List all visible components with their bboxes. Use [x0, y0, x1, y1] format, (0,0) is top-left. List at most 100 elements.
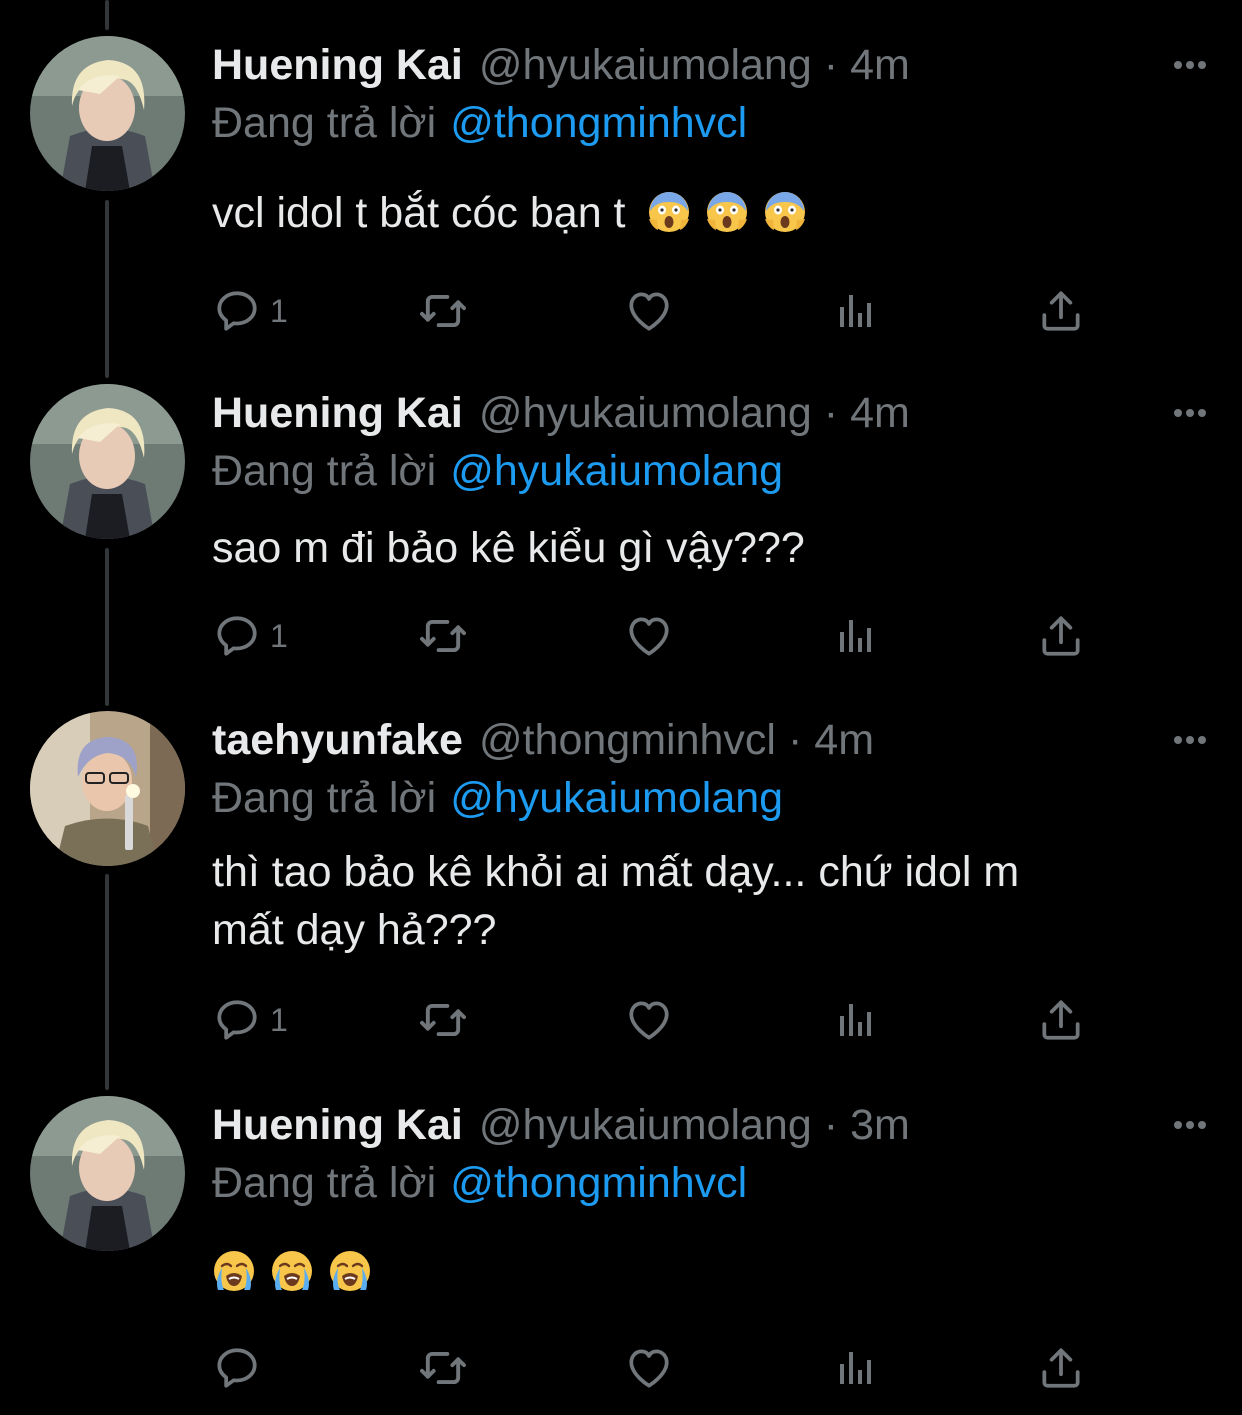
- timestamp[interactable]: 4m: [850, 389, 910, 438]
- retweet-icon: [417, 1342, 469, 1394]
- heart-icon: [624, 995, 674, 1045]
- face-screaming-in-fear-emoji: [705, 189, 749, 233]
- heart-icon: [624, 611, 674, 661]
- thread-connector-line: [105, 874, 109, 1090]
- tweet-text: sao m đi bảo kê kiểu gì vậy???: [212, 519, 1192, 577]
- retweet-button[interactable]: [417, 992, 469, 1048]
- analytics-button[interactable]: [832, 283, 880, 339]
- replying-to-label: Đang trả lời: [212, 773, 437, 822]
- tweet-text-content: sao m đi bảo kê kiểu gì vậy???: [212, 524, 805, 572]
- like-button[interactable]: [624, 608, 674, 664]
- reply-icon: [212, 1343, 262, 1393]
- replying-to-mention[interactable]: @hyukaiumolang: [450, 447, 783, 496]
- loudly-crying-face-emoji: [270, 1249, 314, 1293]
- timestamp[interactable]: 4m: [814, 716, 874, 765]
- replying-to: Đang trả lời @thongminhvcl: [212, 1155, 747, 1211]
- analytics-icon: [832, 287, 880, 335]
- share-button[interactable]: [1036, 283, 1086, 339]
- reply-button[interactable]: 1: [212, 992, 288, 1048]
- retweet-button[interactable]: [417, 608, 469, 664]
- tweet-actions: 1: [212, 992, 1112, 1048]
- share-icon: [1036, 286, 1086, 336]
- reply-icon: [212, 286, 262, 336]
- separator-dot: ·: [823, 388, 839, 437]
- tweet-header: Huening Kai @hyukaiumolang · 4m: [212, 385, 910, 441]
- more-options-icon[interactable]: [1170, 730, 1210, 750]
- tweet-text-line: mất dạy hả???: [212, 906, 497, 954]
- loudly-crying-face-emoji: [328, 1249, 372, 1293]
- more-options-icon[interactable]: [1170, 1115, 1210, 1135]
- reply-icon: [212, 611, 262, 661]
- analytics-icon: [832, 996, 880, 1044]
- display-name[interactable]: Huening Kai: [212, 41, 463, 90]
- analytics-icon: [832, 612, 880, 660]
- heart-icon: [624, 1343, 674, 1393]
- reply-icon: [212, 995, 262, 1045]
- avatar[interactable]: [30, 384, 185, 539]
- analytics-button[interactable]: [832, 608, 880, 664]
- tweet-text: [212, 1244, 1192, 1302]
- timestamp[interactable]: 3m: [850, 1101, 910, 1150]
- thread-connector-line: [105, 548, 109, 706]
- loudly-crying-face-emoji: [212, 1249, 256, 1293]
- retweet-button[interactable]: [417, 1340, 469, 1396]
- tweet-header: taehyunfake @thongminhvcl · 4m: [212, 712, 874, 768]
- reply-count: 1: [270, 292, 288, 329]
- user-handle[interactable]: @thongminhvcl: [479, 716, 776, 765]
- tweet[interactable]: Huening Kai @hyukaiumolang · 4m Đang trả…: [0, 0, 1242, 350]
- separator-dot: ·: [823, 40, 839, 89]
- tweet[interactable]: Huening Kai @hyukaiumolang · 3m Đang trả…: [0, 0, 1242, 1]
- user-handle[interactable]: @hyukaiumolang: [479, 389, 812, 438]
- replying-to-label: Đang trả lời: [212, 98, 437, 147]
- tweet-header: Huening Kai @hyukaiumolang · 3m: [212, 1097, 910, 1153]
- analytics-icon: [832, 1344, 880, 1392]
- timestamp[interactable]: 4m: [850, 41, 910, 90]
- analytics-button[interactable]: [832, 992, 880, 1048]
- display-name[interactable]: Huening Kai: [212, 389, 463, 438]
- more-options-icon[interactable]: [1170, 403, 1210, 423]
- share-icon: [1036, 611, 1086, 661]
- like-button[interactable]: [624, 1340, 674, 1396]
- like-button[interactable]: [624, 283, 674, 339]
- reply-button[interactable]: 1: [212, 283, 288, 339]
- more-options-icon[interactable]: [1170, 55, 1210, 75]
- share-button[interactable]: [1036, 608, 1086, 664]
- replying-to-mention[interactable]: @thongminhvcl: [450, 99, 747, 148]
- reply-button[interactable]: 1: [212, 608, 288, 664]
- tweet-actions: 1: [212, 608, 1112, 664]
- tweet-header: Huening Kai @hyukaiumolang · 4m: [212, 37, 910, 93]
- retweet-icon: [417, 994, 469, 1046]
- reply-count: 1: [270, 1001, 288, 1038]
- retweet-button[interactable]: [417, 283, 469, 339]
- user-handle[interactable]: @hyukaiumolang: [479, 41, 812, 90]
- reply-button[interactable]: [212, 1340, 270, 1396]
- tweet-text-content: vcl idol t bắt cóc bạn t: [212, 189, 626, 237]
- avatar[interactable]: [30, 36, 185, 191]
- share-button[interactable]: [1036, 1340, 1086, 1396]
- replying-to: Đang trả lời @hyukaiumolang: [212, 443, 783, 499]
- retweet-icon: [417, 610, 469, 662]
- tweet-text-line: thì tao bảo kê khỏi ai mất dạy... chứ id…: [212, 848, 1020, 896]
- avatar[interactable]: [30, 711, 185, 866]
- avatar[interactable]: [30, 1096, 185, 1251]
- user-handle[interactable]: @hyukaiumolang: [479, 1101, 812, 1150]
- tweet-actions: 1: [212, 283, 1112, 339]
- reply-count: 1: [270, 617, 288, 654]
- display-name[interactable]: taehyunfake: [212, 716, 463, 765]
- replying-to-mention[interactable]: @thongminhvcl: [450, 1159, 747, 1208]
- display-name[interactable]: Huening Kai: [212, 1101, 463, 1150]
- separator-dot: ·: [787, 715, 803, 764]
- share-icon: [1036, 1343, 1086, 1393]
- face-screaming-in-fear-emoji: [763, 189, 807, 233]
- replying-to: Đang trả lời @hyukaiumolang: [212, 770, 783, 826]
- separator-dot: ·: [823, 1100, 839, 1149]
- retweet-icon: [417, 285, 469, 337]
- tweet-text: vcl idol t bắt cóc bạn t: [212, 184, 1192, 242]
- like-button[interactable]: [624, 992, 674, 1048]
- face-screaming-in-fear-emoji: [647, 189, 691, 233]
- share-icon: [1036, 995, 1086, 1045]
- replying-to-mention[interactable]: @hyukaiumolang: [450, 774, 783, 823]
- analytics-button[interactable]: [832, 1340, 880, 1396]
- share-button[interactable]: [1036, 992, 1086, 1048]
- replying-to-label: Đang trả lời: [212, 446, 437, 495]
